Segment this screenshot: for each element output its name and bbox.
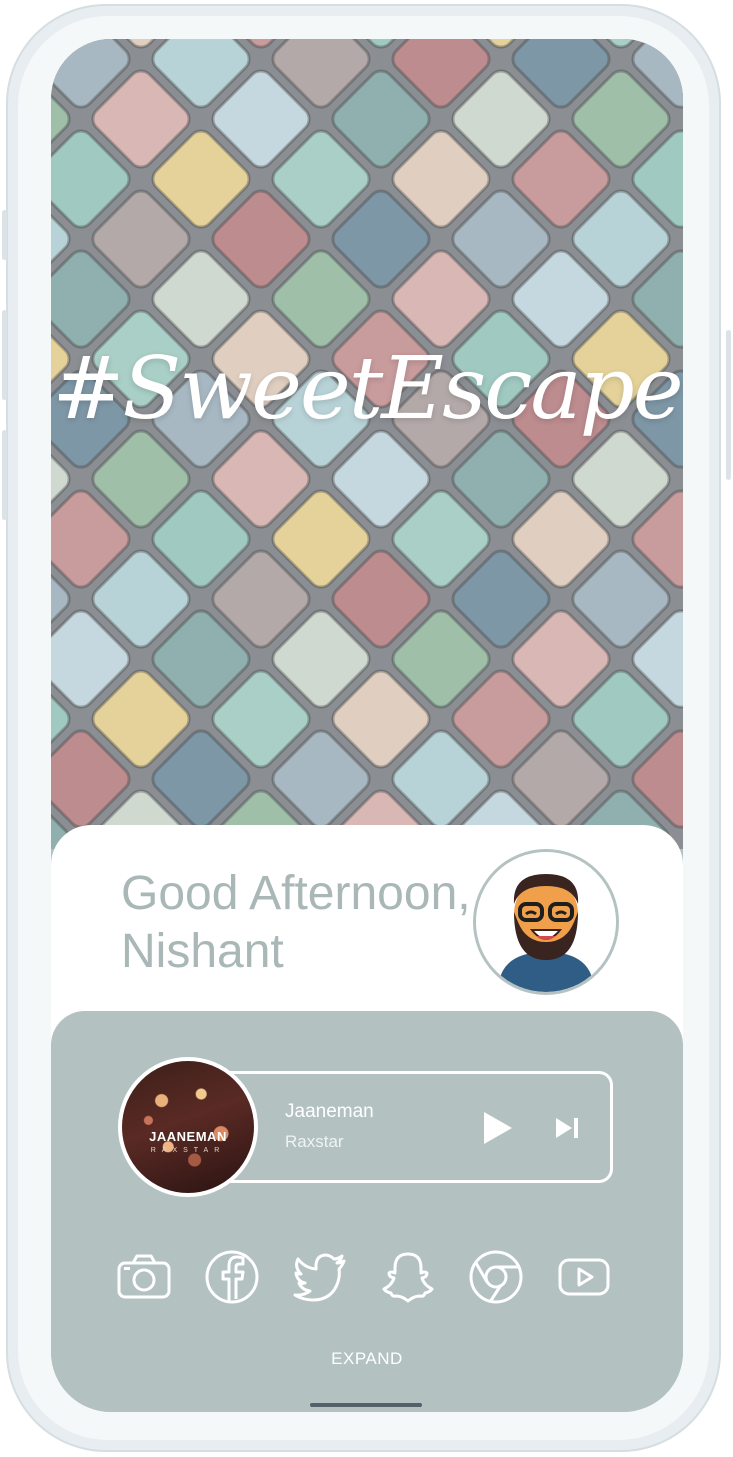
avatar[interactable] <box>473 849 619 995</box>
wallpaper: #SweetEscape <box>51 39 683 849</box>
mute-button <box>2 430 7 520</box>
greeting-line: Good Afternoon, <box>121 867 471 920</box>
app-snapchat[interactable] <box>380 1249 436 1305</box>
chrome-icon <box>469 1250 523 1304</box>
tile-pattern <box>51 39 683 849</box>
app-twitter[interactable] <box>292 1249 348 1305</box>
app-facebook[interactable] <box>204 1249 260 1305</box>
skip-next-icon <box>556 1118 578 1138</box>
album-art-title: JAANEMAN <box>149 1129 227 1144</box>
expand-button[interactable]: EXPAND <box>51 1349 683 1369</box>
youtube-icon <box>558 1258 610 1296</box>
power-button <box>726 330 731 480</box>
app-shortcuts <box>116 1249 626 1309</box>
phone-screen: #SweetEscape Good Afternoon, Nishant JAA… <box>51 39 683 1412</box>
home-indicator[interactable] <box>310 1403 422 1407</box>
album-art[interactable]: JAANEMAN RAXSTAR <box>118 1057 258 1197</box>
volume-up-button <box>2 210 7 260</box>
facebook-icon <box>205 1250 259 1304</box>
next-track-button[interactable] <box>554 1115 582 1141</box>
album-art-subtitle: RAXSTAR <box>150 1147 226 1154</box>
volume-down-button <box>2 310 7 400</box>
twitter-icon <box>293 1253 346 1302</box>
play-button[interactable] <box>481 1110 515 1146</box>
avatar-face-icon <box>476 852 616 992</box>
app-camera[interactable] <box>116 1249 172 1305</box>
app-chrome[interactable] <box>468 1249 524 1305</box>
app-youtube[interactable] <box>556 1249 612 1305</box>
camera-icon <box>117 1254 171 1299</box>
greeting-text: Good Afternoon, Nishant <box>121 865 481 981</box>
play-icon <box>484 1112 512 1144</box>
snapchat-icon <box>382 1252 434 1303</box>
song-title: Jaaneman <box>285 1101 374 1122</box>
artist-name: Raxstar <box>285 1132 344 1151</box>
brand-title: #SweetEscape <box>52 339 683 439</box>
user-name: Nishant <box>121 925 284 978</box>
bottom-panel: JAANEMAN RAXSTAR Jaaneman Raxstar EXPAND <box>51 1011 683 1412</box>
